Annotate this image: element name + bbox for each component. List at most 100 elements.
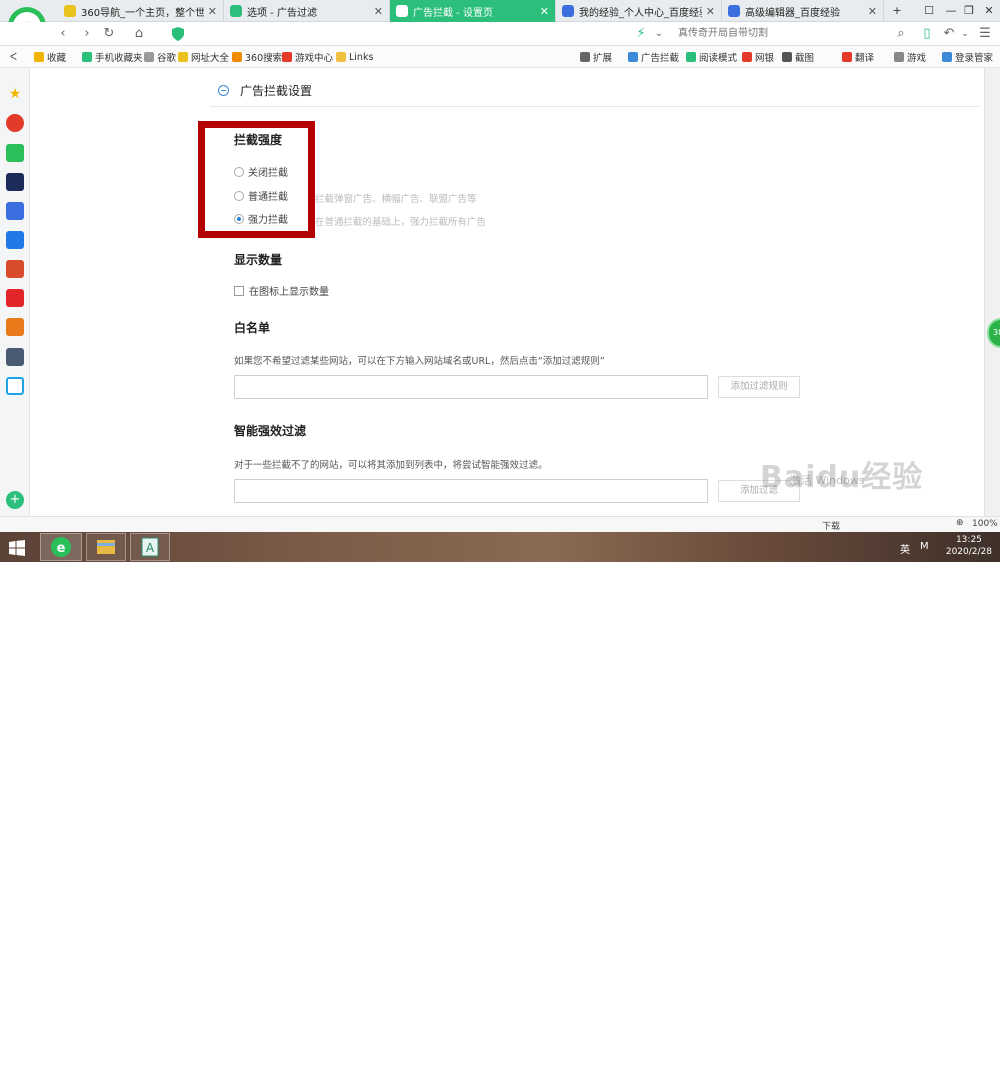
windows-taskbar: e A jingyan.baidu.com 英 M 13:25 2020/2/2…: [0, 532, 1000, 1081]
video-icon[interactable]: [6, 377, 24, 395]
bookmark-icon: [34, 52, 44, 62]
skin-icon[interactable]: ☐: [920, 2, 938, 20]
favorite-star-icon[interactable]: ★: [6, 85, 24, 103]
game2-icon[interactable]: [6, 318, 24, 336]
taskbar-app-icon[interactable]: A: [130, 533, 170, 561]
refresh-icon[interactable]: ↻: [100, 25, 118, 43]
bookmark-label: 谷歌: [157, 53, 177, 64]
tab-title: 我的经验_个人中心_百度经验: [579, 7, 702, 19]
minimize-button[interactable]: —: [942, 2, 960, 20]
scrollbar[interactable]: [984, 68, 1000, 516]
highlight-annotation-box: [198, 121, 315, 238]
tab-5[interactable]: 高级编辑器_百度经验 ✕: [722, 0, 884, 22]
tab-3[interactable]: 广告拦截 - 设置页 ✕: [390, 0, 556, 22]
game-icon[interactable]: [6, 260, 24, 278]
toolbar-extension[interactable]: 阅读模式: [686, 50, 737, 64]
extension-label: 网银: [755, 53, 775, 64]
tab-close-icon[interactable]: ✕: [868, 5, 877, 18]
extension-icon: [842, 52, 852, 62]
toolbar-extension[interactable]: 截图: [782, 50, 814, 64]
menu-icon[interactable]: ☰: [976, 25, 994, 43]
toolbar-extension[interactable]: 广告拦截: [628, 50, 679, 64]
watermark-url: jingyan.baidu.com: [764, 1070, 857, 1081]
add-rule-button[interactable]: 添加过滤规则: [718, 376, 800, 398]
bookmark-item[interactable]: Links: [336, 50, 373, 64]
ime-indicator[interactable]: 英: [900, 541, 910, 556]
search-input[interactable]: 真传奇开局自带切割: [676, 25, 914, 43]
taskbar-explorer-icon[interactable]: [86, 533, 126, 561]
svg-text:A: A: [146, 541, 155, 555]
taskbar-browser-icon[interactable]: e: [40, 533, 82, 561]
clock-time: 13:25: [955, 535, 982, 545]
download-label[interactable]: 下载: [822, 519, 840, 532]
tab-4[interactable]: 我的经验_个人中心_百度经验 ✕: [556, 0, 722, 22]
add-sidebar-icon[interactable]: +: [6, 491, 24, 509]
address-bar[interactable]: [170, 25, 630, 43]
tab-1[interactable]: 360导航_一个主页，整个世界 ✕: [58, 0, 224, 22]
lightning-icon[interactable]: ⚡: [632, 25, 650, 43]
news-icon[interactable]: [6, 173, 24, 191]
extension-icon: [782, 52, 792, 62]
weibo-icon[interactable]: [6, 114, 24, 132]
zoom-icon[interactable]: ⊕: [956, 518, 964, 528]
bookmark-item[interactable]: 网址大全: [178, 50, 229, 64]
shop-icon[interactable]: [6, 289, 24, 307]
whitelist-input[interactable]: [234, 375, 708, 399]
tab-favicon-icon: [728, 5, 740, 17]
extension-icon: [686, 52, 696, 62]
lang-indicator[interactable]: M: [920, 541, 929, 552]
new-tab-button[interactable]: +: [888, 2, 906, 20]
extension-label: 截图: [795, 53, 815, 64]
toolbar-extension[interactable]: 网银: [742, 50, 774, 64]
bookmark-item[interactable]: 游戏中心: [282, 50, 333, 64]
tab-title: 广告拦截 - 设置页: [413, 7, 493, 19]
windows-start-icon[interactable]: [9, 540, 25, 556]
tab-close-icon[interactable]: ✕: [208, 5, 217, 18]
bookmark-item[interactable]: 手机收藏夹: [82, 50, 143, 64]
close-window-button[interactable]: ✕: [980, 2, 998, 20]
bookmark-icon: [336, 52, 346, 62]
whitelist-title: 白名单: [234, 321, 271, 335]
navigation-bar: ‹ › ↻ ⌂ ⚡ ⌄ 真传奇开局自带切割 ⌕ ▯ ↶ ⌄ ☰: [0, 22, 1000, 46]
bookmark-item[interactable]: 360搜索: [232, 50, 282, 64]
extension-label: 登录管家: [955, 53, 994, 64]
undo-dropdown-icon[interactable]: ⌄: [956, 25, 974, 43]
notes-icon[interactable]: [6, 202, 24, 220]
bookmarks-toggle-icon[interactable]: ᐸ: [10, 50, 17, 64]
zoom-label[interactable]: 100%: [972, 519, 998, 529]
bookmark-item[interactable]: 收藏: [34, 50, 66, 64]
extension-label: 阅读模式: [699, 53, 738, 64]
extension-label: 翻译: [855, 53, 875, 64]
home-icon[interactable]: ⌂: [130, 25, 148, 43]
back-arrow-icon[interactable]: ‹: [54, 25, 72, 43]
bookmark-icon: [232, 52, 242, 62]
dropdown-chevron-icon[interactable]: ⌄: [650, 25, 668, 43]
smart-input[interactable]: [234, 479, 708, 503]
toolbar-extension[interactable]: 翻译: [842, 50, 874, 64]
tab-favicon-icon: [64, 5, 76, 17]
search-icon[interactable]: ⌕: [892, 25, 910, 43]
bookmark-label: 360搜索: [245, 53, 283, 64]
maximize-button[interactable]: ❐: [960, 2, 978, 20]
bookmarks-bar: ᐸ 收藏 手机收藏夹 谷歌 网址大全 360搜索 游戏中心 Links 扩展 广告拦截 阅读模式…: [0, 46, 1000, 68]
extension-label: 扩展: [593, 53, 613, 64]
whitelist-desc: 如果您不希望过滤某些网站，可以在下方输入网站域名或URL，然后点击“添加过滤规则…: [234, 356, 605, 367]
bookmark-item[interactable]: 谷歌: [144, 50, 176, 64]
toolbar-extension[interactable]: 扩展: [580, 50, 612, 64]
checkbox-label: 在图标上显示数量: [249, 287, 329, 298]
toolbar-extension[interactable]: 游戏: [894, 50, 926, 64]
mail-icon[interactable]: [6, 144, 24, 162]
checkbox-box[interactable]: [234, 285, 244, 296]
tab-close-icon[interactable]: ✕: [374, 5, 383, 18]
toolbar-extension[interactable]: 登录管家: [942, 50, 993, 64]
collapse-minus-icon[interactable]: [218, 85, 229, 96]
game3-icon[interactable]: [6, 348, 24, 366]
chat-icon[interactable]: [6, 231, 24, 249]
phone-icon[interactable]: ▯: [918, 25, 936, 43]
tab-close-icon[interactable]: ✕: [706, 5, 715, 18]
forward-arrow-icon[interactable]: ›: [78, 25, 96, 43]
tab-close-icon[interactable]: ✕: [540, 5, 549, 18]
system-clock[interactable]: 13:25 2020/2/28: [946, 534, 992, 558]
tab-2[interactable]: 选项 - 广告过滤 ✕: [224, 0, 390, 22]
show-count-checkbox[interactable]: 在图标上显示数量: [234, 283, 329, 298]
